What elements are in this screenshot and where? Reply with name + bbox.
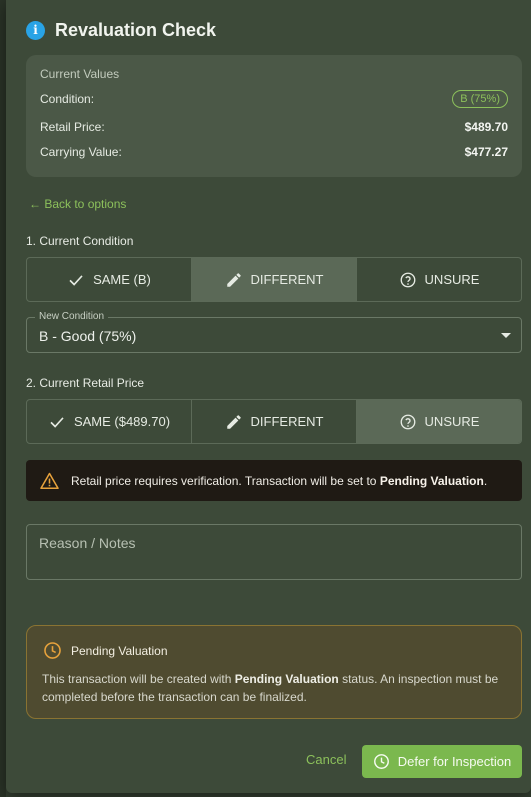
warning-icon	[40, 472, 59, 489]
current-values-card: Current Values Condition: B (75%) Retail…	[26, 55, 522, 177]
condition-unsure-button[interactable]: UNSURE	[357, 258, 521, 301]
condition-same-label: SAME (B)	[93, 272, 151, 287]
price-different-button[interactable]: DIFFERENT	[192, 400, 357, 443]
verification-warning: Retail price requires verification. Tran…	[26, 460, 522, 501]
clock-icon	[44, 642, 61, 659]
warning-suffix: .	[483, 473, 488, 488]
defer-button-label: Defer for Inspection	[397, 754, 512, 769]
price-different-label: DIFFERENT	[250, 414, 324, 429]
pencil-icon	[226, 414, 241, 429]
price-section-label: 2. Current Retail Price	[26, 376, 145, 390]
current-values-heading: Current Values	[40, 67, 120, 81]
pencil-icon	[226, 272, 241, 287]
condition-different-label: DIFFERENT	[250, 272, 324, 287]
new-condition-value: B - Good (75%)	[39, 328, 137, 344]
condition-unsure-label: UNSURE	[424, 272, 480, 287]
check-icon	[50, 416, 64, 428]
retail-price-row: Retail Price: $489.70	[40, 117, 508, 137]
cancel-button[interactable]: Cancel	[306, 752, 346, 772]
help-circle-icon	[400, 414, 415, 429]
warning-text: Retail price requires verification. Tran…	[71, 474, 487, 488]
pending-valuation-card: Pending Valuation This transaction will …	[26, 625, 522, 719]
revaluation-dialog: i Revaluation Check Current Values Condi…	[6, 0, 531, 793]
condition-section-label: 1. Current Condition	[26, 234, 134, 248]
dialog-title: Revaluation Check	[55, 19, 217, 40]
price-same-label: SAME ($489.70)	[73, 414, 171, 429]
clock-icon	[373, 754, 389, 769]
check-icon	[69, 274, 83, 286]
condition-row: Condition: B (75%)	[40, 89, 508, 109]
price-unsure-button[interactable]: UNSURE	[357, 400, 521, 443]
condition-different-button[interactable]: DIFFERENT	[192, 258, 357, 301]
carrying-value-value: $477.27	[464, 145, 508, 159]
back-to-options-link[interactable]: ← Back to options	[29, 197, 126, 211]
retail-price-value: $489.70	[464, 120, 508, 134]
condition-toggle-group: SAME (B) DIFFERENT UNSURE	[26, 257, 522, 302]
defer-for-inspection-button[interactable]: Defer for Inspection	[362, 745, 522, 778]
price-toggle-group: SAME ($489.70) DIFFERENT UNSURE	[26, 399, 522, 444]
carrying-value-row: Carrying Value: $477.27	[40, 142, 508, 162]
retail-price-label: Retail Price:	[40, 120, 105, 134]
dialog-header: i Revaluation Check	[26, 18, 216, 42]
pending-valuation-header: Pending Valuation	[43, 641, 168, 660]
price-unsure-label: UNSURE	[424, 414, 480, 429]
pending-valuation-title: Pending Valuation	[71, 643, 168, 658]
condition-chip: B (75%)	[452, 90, 508, 108]
new-condition-legend: New Condition	[35, 311, 109, 322]
price-same-button[interactable]: SAME ($489.70)	[27, 400, 192, 443]
condition-same-button[interactable]: SAME (B)	[27, 258, 192, 301]
help-circle-icon	[400, 272, 415, 287]
reason-notes-input[interactable]	[26, 524, 522, 580]
caret-down-icon	[501, 333, 511, 338]
condition-label: Condition:	[40, 92, 95, 106]
new-condition-select[interactable]: New Condition B - Good (75%)	[26, 311, 522, 353]
warning-text-main: Retail price requires verification. Tran…	[71, 473, 380, 488]
carrying-value-label: Carrying Value:	[40, 145, 122, 159]
warning-emphasis: Pending Valuation	[379, 473, 484, 488]
info-icon: i	[26, 20, 45, 40]
pending-body-emphasis: Pending Valuation	[234, 672, 339, 686]
pending-valuation-body: This transaction will be created with Pe…	[42, 670, 512, 706]
pending-body-prefix: This transaction will be created with	[42, 672, 235, 686]
